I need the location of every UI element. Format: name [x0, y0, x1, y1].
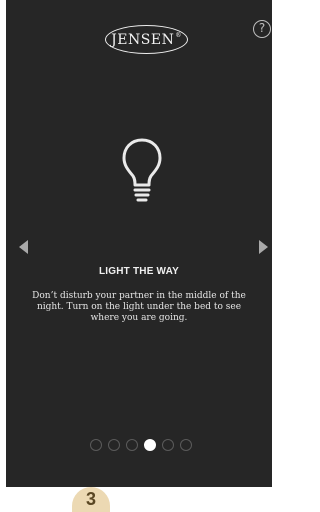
page-dot-3[interactable]	[126, 438, 138, 451]
slide-title: LIGHT THE WAY	[98, 266, 179, 277]
page-dot-6[interactable]	[180, 438, 192, 451]
page-dot-5[interactable]	[162, 438, 174, 451]
page-dot-4-active[interactable]	[144, 438, 156, 451]
logo-text: JENSEN®	[111, 31, 182, 48]
previous-arrow-button[interactable]	[19, 240, 28, 254]
help-button[interactable]: ?	[253, 20, 271, 38]
next-arrow-button[interactable]	[259, 240, 268, 254]
jensen-logo: JENSEN®	[105, 25, 188, 54]
step-number-badge: 3	[72, 487, 110, 512]
slide-description: Don’t disturb your partner in the middle…	[32, 291, 246, 323]
app-screen: JENSEN® ? LIGHT THE WAY Don’t disturb yo…	[6, 0, 272, 487]
help-icon: ?	[258, 21, 266, 35]
page-indicator	[90, 438, 202, 451]
page-dot-1[interactable]	[90, 438, 102, 451]
page-dot-2[interactable]	[108, 438, 120, 451]
lightbulb-icon	[122, 138, 162, 204]
